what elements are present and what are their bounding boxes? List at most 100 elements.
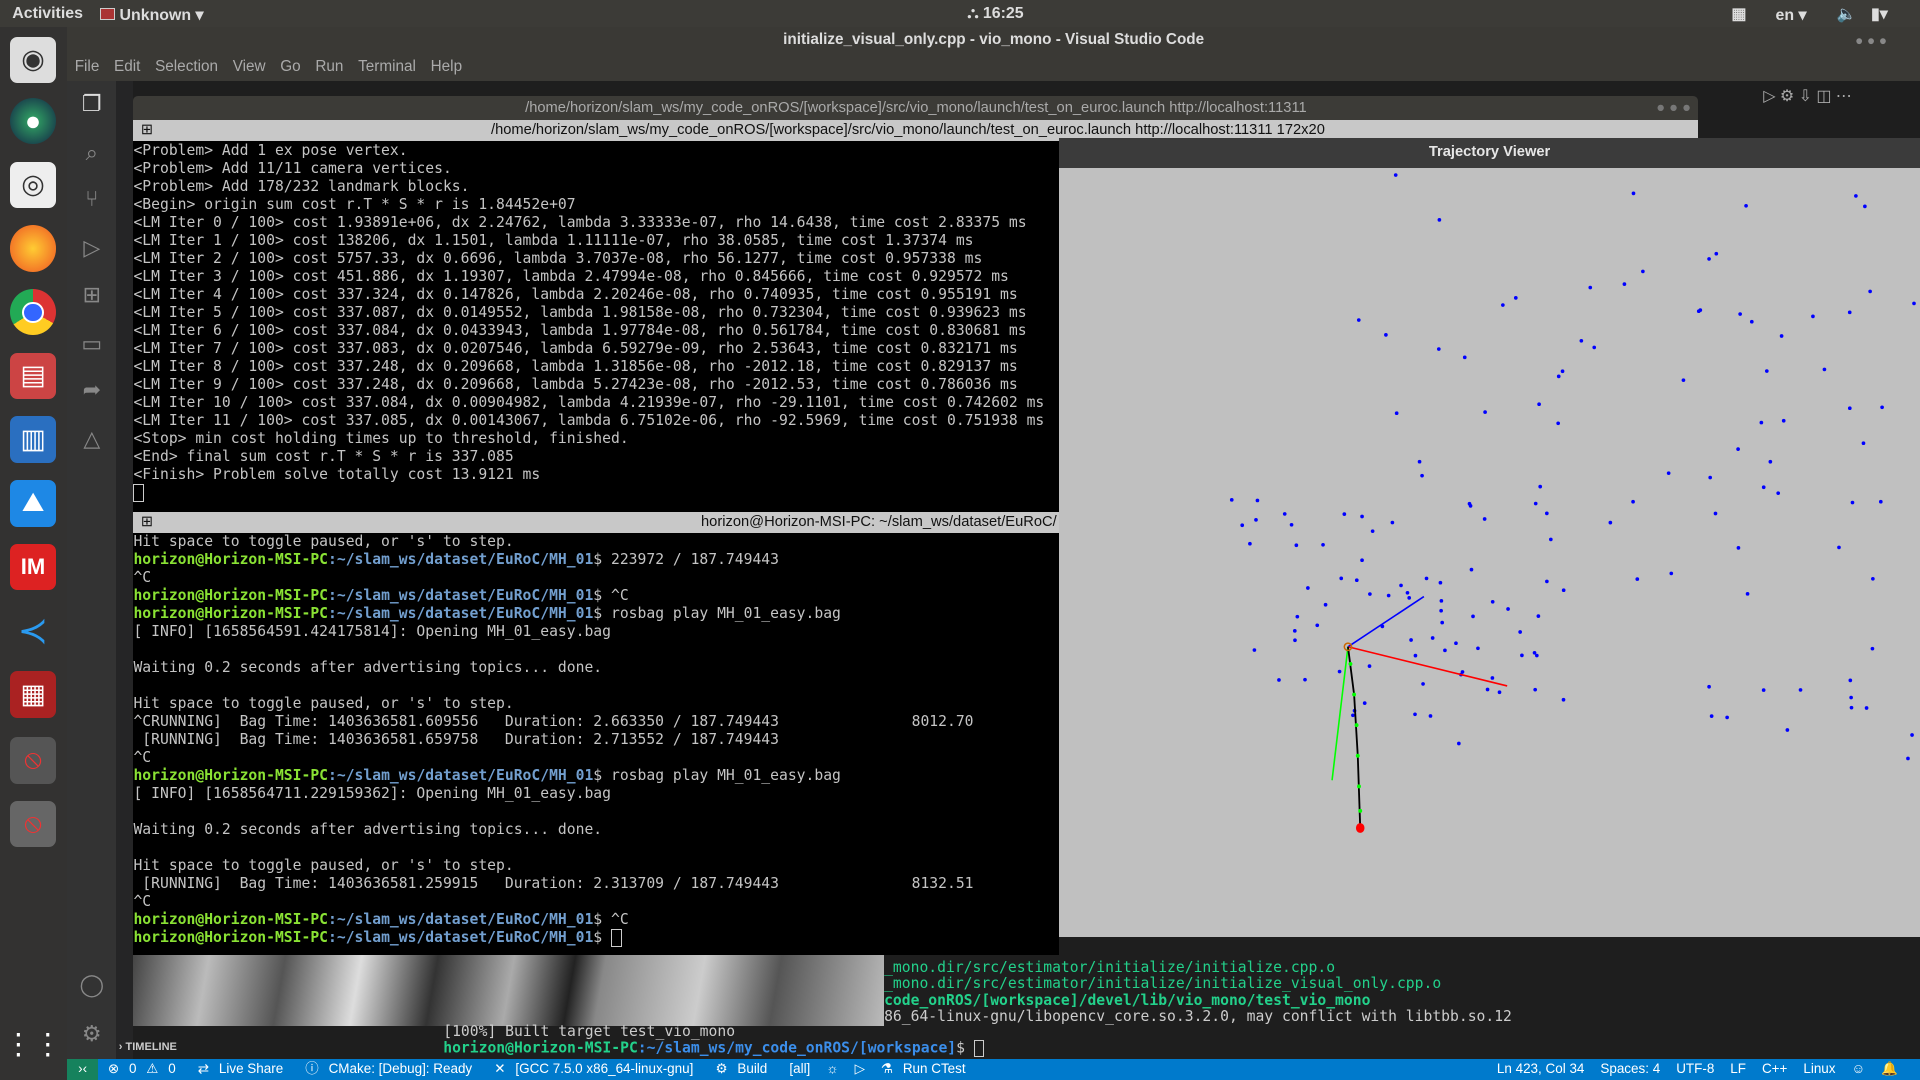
landmark-point	[1681, 378, 1686, 382]
dock: ◉ ● ◎ ▤ ▥ ⛰ IM ≺ ▦ ⦸ ⦸ ⋮⋮	[0, 26, 68, 1080]
indentation[interactable]: Spaces: 4	[1600, 1061, 1660, 1076]
firefox-icon[interactable]	[9, 225, 57, 272]
webcam-app-icon[interactable]: ●	[9, 97, 57, 145]
live-share-button[interactable]: ⇄ Live Share	[198, 1061, 290, 1076]
terminal-menu-icon[interactable]: ⊞	[141, 514, 153, 530]
target-selector[interactable]: [all]	[789, 1061, 810, 1076]
remote-explorer-icon[interactable]: ▭	[77, 331, 106, 360]
cmake-icon[interactable]: △	[77, 426, 106, 455]
landmark-point	[1707, 684, 1712, 689]
ctest-button[interactable]: ⚗ Run CTest	[881, 1061, 972, 1076]
window-controls[interactable]: ● ● ●	[1855, 33, 1887, 48]
trajectory-canvas[interactable]	[1059, 168, 1920, 937]
settings-gear-icon[interactable]: ⚙	[77, 1021, 106, 1050]
landmark-point	[1588, 285, 1593, 290]
trajectory-viewer-title[interactable]: Trajectory Viewer	[1059, 138, 1920, 168]
eol[interactable]: LF	[1730, 1061, 1746, 1076]
language-mode[interactable]: C++	[1762, 1061, 1787, 1076]
prompt-user: horizon@Horizon-MSI-PC	[133, 910, 329, 928]
app-menu[interactable]: Unknown ▾	[100, 5, 204, 25]
im-app-icon[interactable]: IM	[9, 543, 57, 591]
volume-icon[interactable]: 🔈	[1837, 4, 1857, 24]
cursor	[610, 928, 622, 947]
menu-terminal[interactable]: Terminal	[358, 58, 416, 75]
clock[interactable]: ⛬ 16:25	[967, 5, 1023, 23]
landmark-point	[1560, 369, 1565, 373]
landmark-point	[1848, 406, 1852, 410]
encoding[interactable]: UTF-8	[1676, 1061, 1714, 1076]
cmake-status[interactable]: ⓘ CMake: [Debug]: Ready	[305, 1061, 478, 1076]
menu-go[interactable]: Go	[280, 58, 300, 75]
speaker-app-icon[interactable]: ◎	[9, 161, 57, 209]
landmark-point	[1248, 541, 1252, 546]
cursor-position[interactable]: Ln 423, Col 34	[1497, 1061, 1585, 1076]
problems-status[interactable]: ⊗ 0 ⚠ 0	[108, 1061, 182, 1076]
landmark-point	[1439, 598, 1444, 603]
feedback-icon[interactable]: ☺	[1852, 1061, 1866, 1076]
upper-terminal[interactable]: <Problem> Add 1 ex pose vertex. <Problem>…	[133, 140, 1060, 514]
terminal-line: <End> final sum cost r.T * S * r is 337.…	[133, 448, 514, 466]
vscode-terminal-prompt[interactable]: [100%] Built target test_vio_mono horizo…	[443, 1023, 985, 1057]
keyboard-icon[interactable]: ▦	[1731, 4, 1746, 24]
menu-view[interactable]: View	[233, 58, 266, 75]
camera-app-icon[interactable]: ◉	[9, 36, 57, 84]
prompt-path: :~/slam_ws/dataset/EuRoC/MH_01	[328, 586, 594, 604]
unknown-app-icon[interactable]: ⦸	[9, 737, 57, 784]
terminal-line: <Begin> origin sum cost r.T * S * r is 1…	[133, 196, 576, 214]
prompt-path: :~/slam_ws/dataset/EuRoC/MH_01	[328, 766, 594, 784]
build-button[interactable]: ⚙ Build	[715, 1061, 773, 1076]
landmark-point	[1355, 578, 1359, 582]
menu-file[interactable]: File	[75, 58, 100, 75]
writer-icon[interactable]: ▥	[9, 416, 57, 463]
remote-button[interactable]: ›‹	[67, 1059, 98, 1080]
landmark-point	[1240, 523, 1245, 527]
show-applications-icon[interactable]: ⋮⋮	[4, 1021, 63, 1068]
landmark-point	[1424, 576, 1429, 580]
terminal-menu-icon[interactable]: ⊞	[141, 122, 153, 138]
menu-help[interactable]: Help	[431, 58, 462, 75]
terminator-titlebar[interactable]: /home/horizon/slam_ws/my_code_onROS/[wor…	[133, 95, 1699, 120]
lower-terminal[interactable]: Hit space to toggle paused, or 's' to st…	[133, 532, 1060, 956]
line-text: [ INFO] [1658564711.229159362]: Opening …	[133, 784, 611, 802]
menu-edit[interactable]: Edit	[114, 58, 140, 75]
meeting-app-icon[interactable]: ⛰	[9, 479, 57, 527]
run-icon[interactable]: ▷	[855, 1061, 865, 1076]
editor-actions[interactable]: ▷ ⚙ ⇩ ◫ ⋯	[1763, 86, 1851, 106]
search-icon[interactable]: ⌕	[77, 140, 106, 169]
landmark-point	[1738, 311, 1743, 316]
debug-icon[interactable]: ☼	[826, 1061, 838, 1076]
menu-run[interactable]: Run	[315, 58, 343, 75]
landmark-point	[1252, 647, 1257, 652]
terminator-icon[interactable]: ▦	[9, 671, 57, 718]
accounts-icon[interactable]: ◯	[77, 972, 106, 1001]
landmark-point	[1295, 614, 1300, 619]
timeline-section[interactable]: › TIMELINE	[119, 1041, 177, 1053]
extensions-icon[interactable]: ⊞	[77, 282, 106, 311]
landmark-point	[1437, 346, 1441, 351]
vscode-icon[interactable]: ≺	[10, 607, 57, 654]
kit-selector[interactable]: ✕ [GCC 7.5.0 x86_64-linux-gnu]	[494, 1061, 699, 1076]
landmark-point	[1306, 585, 1310, 590]
files-icon[interactable]: ▤	[9, 352, 57, 400]
prompt-path: :~/slam_ws/dataset/EuRoC/MH_01	[328, 604, 594, 622]
language-menu[interactable]: en ▾	[1776, 5, 1807, 25]
timeline-label: TIMELINE	[125, 1040, 177, 1053]
activities-button[interactable]: Activities	[12, 5, 83, 23]
landmark-point	[1483, 409, 1488, 414]
os-indicator[interactable]: Linux	[1803, 1061, 1835, 1076]
unknown-app-icon-active[interactable]: ⦸	[9, 800, 57, 848]
landmark-point	[1608, 520, 1613, 525]
terminator-window-controls[interactable]: ● ● ●	[1656, 96, 1691, 120]
menu-selection[interactable]: Selection	[155, 58, 218, 75]
run-debug-icon[interactable]: ▷	[77, 235, 106, 264]
vscode-terminal-output[interactable]: _mono.dir/src/estimator/initialize/initi…	[884, 959, 1512, 1025]
live-share-icon[interactable]: ➦	[77, 377, 106, 406]
battery-icon[interactable]: ▮▾	[1871, 4, 1888, 24]
landmark-point	[1879, 499, 1883, 504]
explorer-icon[interactable]: ❐	[77, 91, 106, 120]
landmark-point	[1534, 501, 1538, 506]
notifications-icon[interactable]: 🔔	[1881, 1061, 1898, 1076]
chrome-icon[interactable]	[9, 288, 57, 336]
source-control-icon[interactable]: ⑂	[77, 186, 106, 215]
terminal-line: ^CRUNNING] Bag Time: 1403636581.609556 D…	[133, 713, 1059, 731]
